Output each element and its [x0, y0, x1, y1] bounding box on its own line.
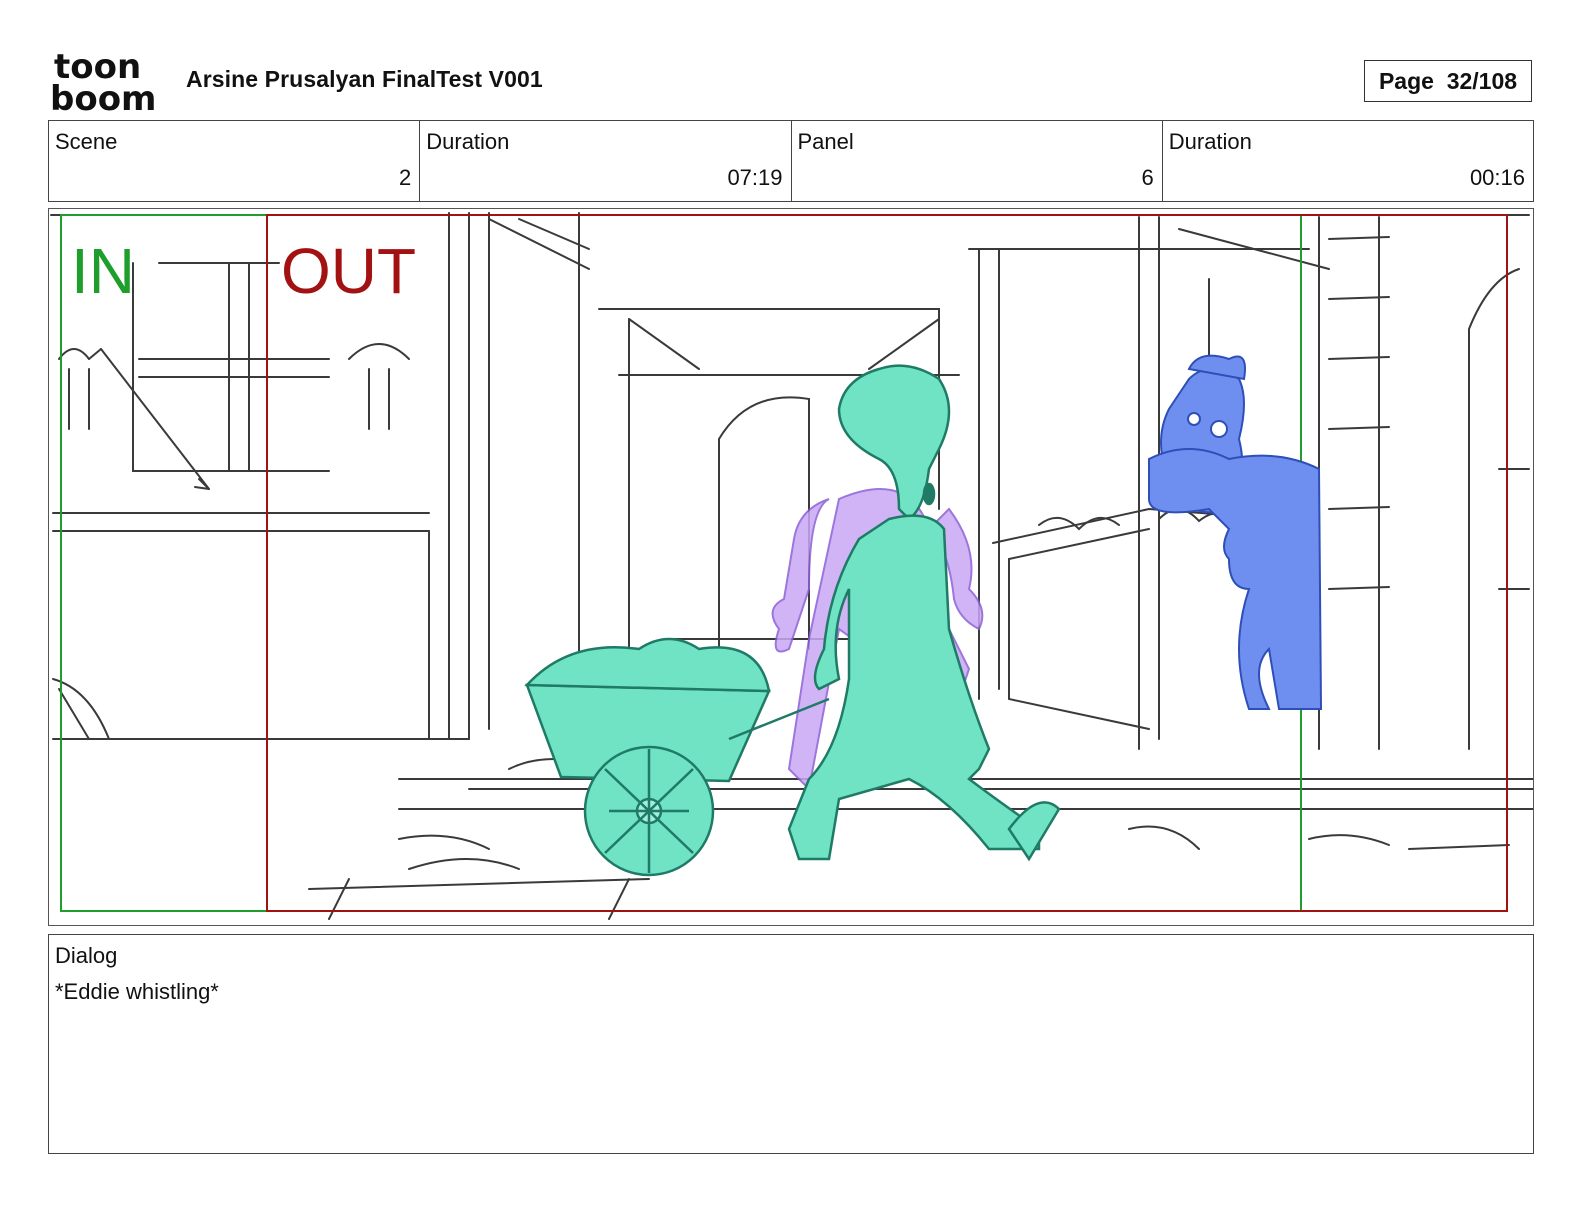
panel-label: Panel [797, 129, 854, 154]
storyboard-panel: IN OUT [48, 208, 1534, 926]
toonboom-logo: toon boom [50, 50, 156, 114]
scene-value: 2 [399, 165, 412, 190]
scene-duration-cell: Duration 07:19 [420, 121, 792, 201]
panel-duration-cell: Duration 00:16 [1163, 121, 1533, 201]
logo-text-bottom: boom [50, 79, 156, 114]
panel-duration-value: 00:16 [1469, 165, 1525, 190]
panel-info-table: Scene 2 Duration 07:19 Panel 6 Duration … [48, 120, 1534, 202]
document-title: Arsine Prusalyan FinalTest V001 [186, 66, 543, 92]
dialog-label: Dialog [55, 943, 118, 968]
dialog-box: Dialog *Eddie whistling* [48, 934, 1534, 1154]
panel-duration-label: Duration [1168, 129, 1252, 154]
dialog-text: *Eddie whistling* [55, 979, 219, 1004]
panel-drawing [50, 212, 1533, 920]
in-marker-label: IN [71, 235, 135, 307]
scene-duration-label: Duration [426, 129, 510, 154]
squidward-figure [787, 364, 1061, 862]
panel-cell: Panel 6 [792, 121, 1163, 201]
vendor-figure [1148, 354, 1323, 710]
panel-value: 6 [1141, 165, 1154, 190]
scene-label: Scene [55, 129, 118, 154]
out-marker-label: OUT [281, 235, 417, 307]
scene-duration-value: 07:19 [727, 165, 783, 190]
page-indicator: Page 32/108 [1364, 60, 1532, 102]
scene-cell: Scene 2 [49, 121, 421, 201]
wheelbarrow [524, 637, 830, 877]
